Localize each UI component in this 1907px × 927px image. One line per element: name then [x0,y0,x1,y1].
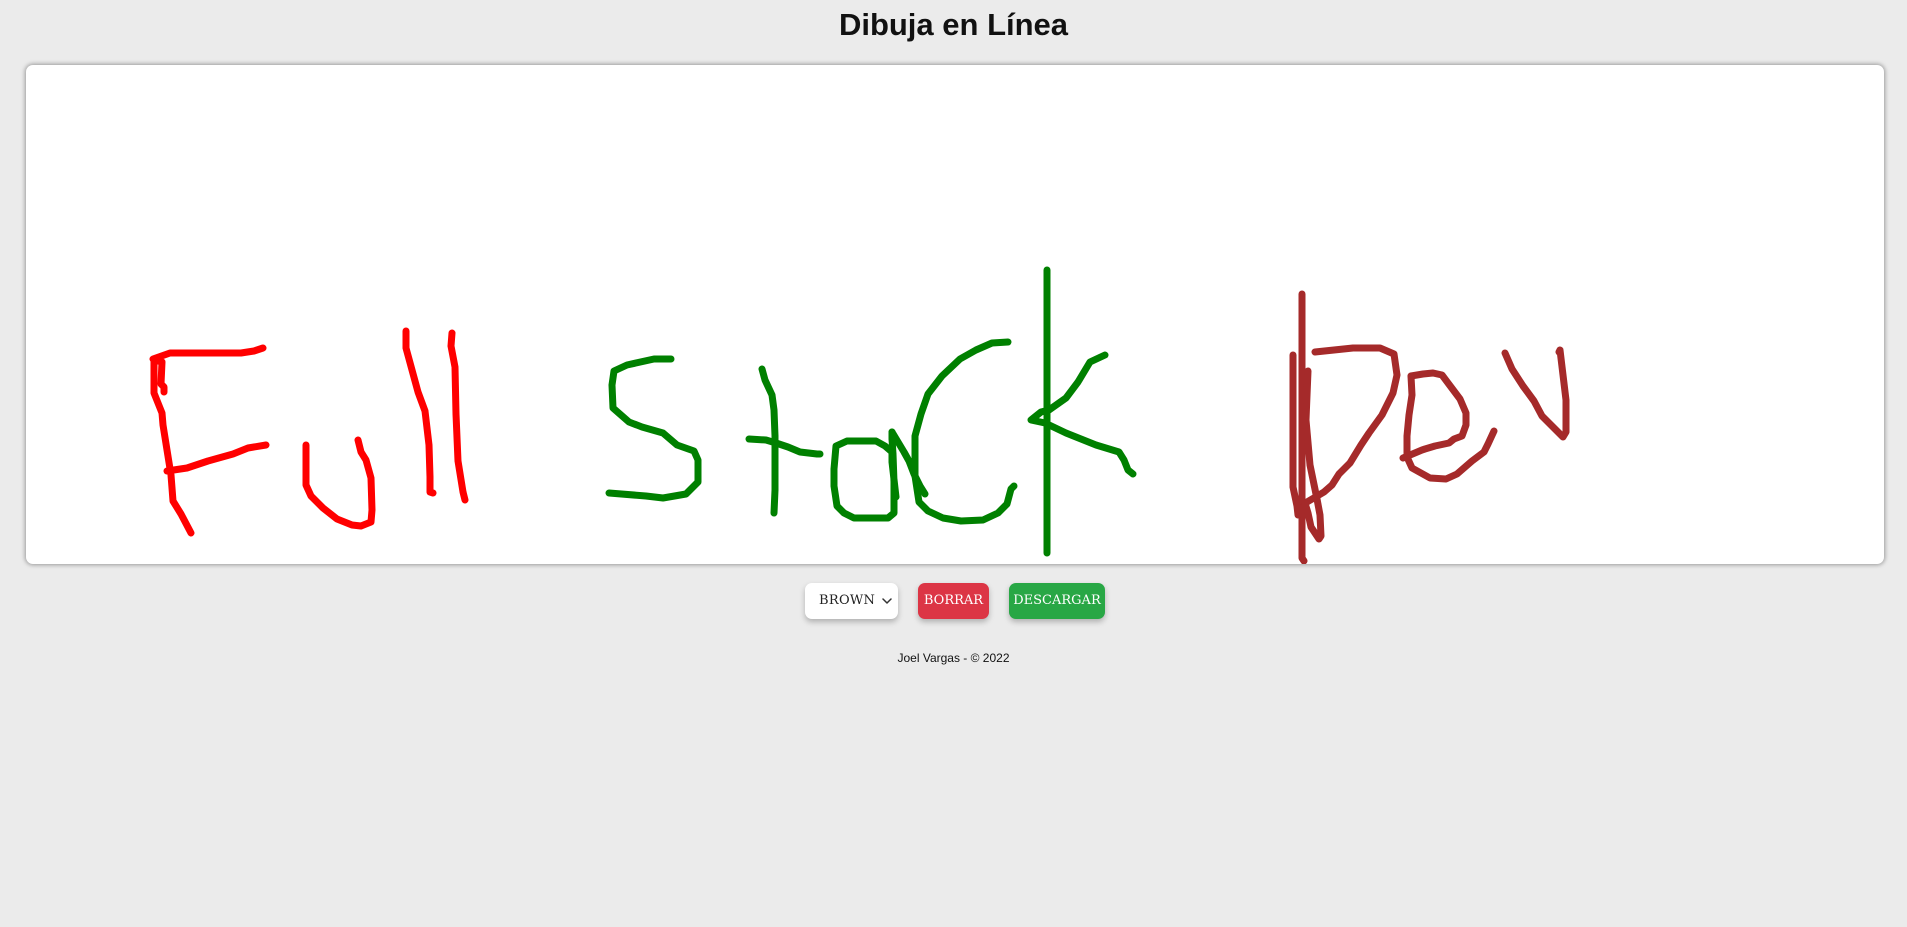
color-select-value: BROWN [819,593,876,608]
red-strokes [149,327,469,537]
stroke-t-bar [745,435,824,458]
clear-button[interactable]: BORRAR [918,583,989,619]
download-button[interactable]: DESCARGAR [1009,583,1105,619]
stroke-f-top-bar [149,344,267,363]
stroke-v [1501,346,1570,441]
stroke-u [302,436,376,530]
stroke-a-bowl [830,428,900,522]
toolbar: BROWN BORRAR DESCARGAR [0,583,1907,620]
color-select[interactable]: BROWN [805,583,898,619]
page-title: Dibuja en Línea [838,7,1069,42]
stroke-k-arm [1027,351,1109,427]
stroke-c [911,338,1018,525]
stroke-s [605,355,702,502]
stroke-f-mid-bar [163,441,270,475]
chevron-down-icon [882,598,892,604]
stroke-l-2 [447,329,469,504]
stroke-f-top [150,356,195,537]
green-strokes [605,266,1137,557]
drawing-canvas[interactable] [26,65,1884,564]
stroke-d-loop [1301,367,1325,543]
brown-strokes [1289,290,1570,564]
footer-credit: Joel Vargas - © 2022 [897,651,1010,665]
stroke-k-leg [1041,419,1137,478]
stroke-l-1 [402,327,437,497]
